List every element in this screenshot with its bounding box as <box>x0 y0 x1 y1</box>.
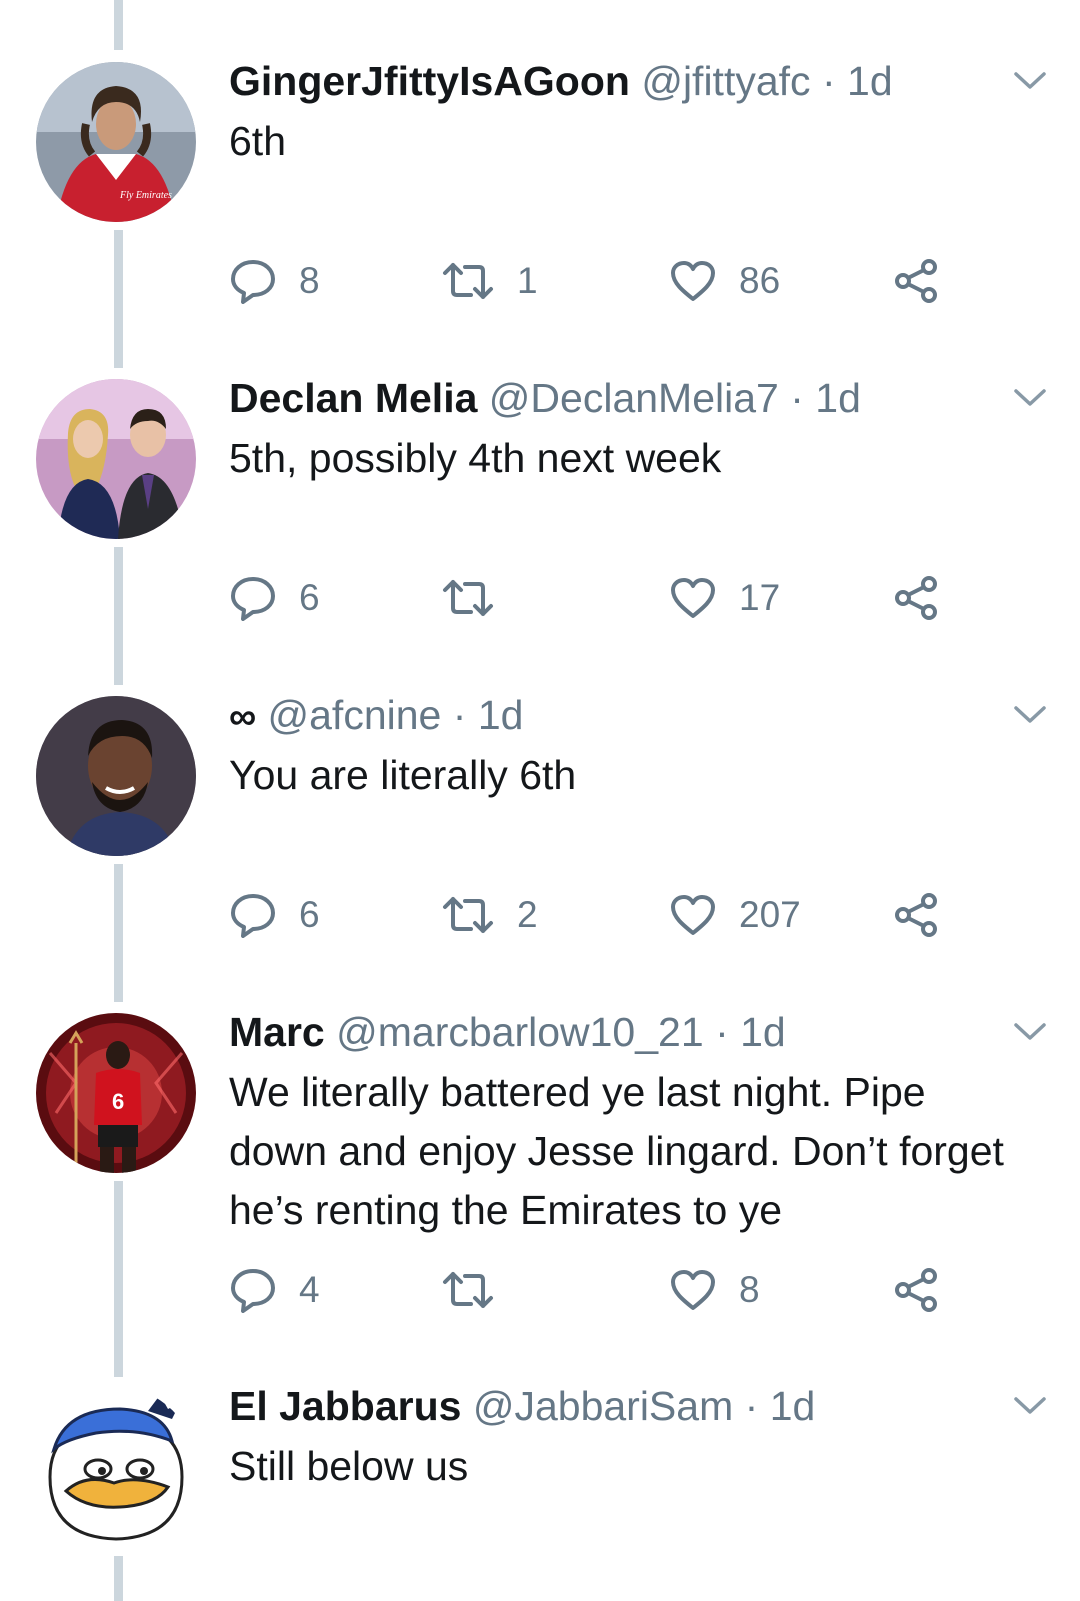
share-button[interactable] <box>893 1265 941 1315</box>
retweet-arrows-icon <box>443 580 493 616</box>
timestamp[interactable]: 1d <box>815 375 861 421</box>
retweet-button[interactable] <box>441 1265 517 1315</box>
display-name[interactable]: GingerJfittyIsAGoon <box>229 58 630 104</box>
like-button[interactable]: 17 <box>669 573 780 623</box>
chevron-down-icon[interactable] <box>1013 1395 1047 1417</box>
retweet-button[interactable]: 1 <box>441 256 538 306</box>
tweet[interactable]: Fly Emirates GingerJfittyIsAGoon @jfitty… <box>0 56 1080 316</box>
tweet[interactable]: ∞ @afcnine · 1d You are literally 6th 6 … <box>0 690 1080 950</box>
tweet[interactable]: Declan Melia @DeclanMelia7 · 1d 5th, pos… <box>0 373 1080 633</box>
avatar[interactable]: Fly Emirates <box>36 62 196 222</box>
thread-line <box>114 0 123 50</box>
retweet-arrows-icon <box>443 897 493 933</box>
separator-dot: · <box>715 1009 729 1055</box>
action-bar: 6 2 207 <box>229 890 949 940</box>
tweet-text: You are literally 6th <box>229 752 577 798</box>
display-name[interactable]: Declan Melia <box>229 375 477 421</box>
avatar[interactable] <box>36 696 196 856</box>
share-button[interactable] <box>893 890 941 940</box>
reply-count: 6 <box>299 894 320 935</box>
chevron-down-icon[interactable] <box>1013 704 1047 726</box>
tweet-text: 6th <box>229 118 286 164</box>
user-handle[interactable]: @DeclanMelia7 <box>489 375 779 421</box>
timestamp[interactable]: 1d <box>847 58 893 104</box>
tweet-header: Marc @marcbarlow10_21 · 1d <box>229 1007 786 1057</box>
speech-bubble-icon <box>231 260 275 304</box>
thread-line <box>114 1556 123 1601</box>
separator-dot: · <box>821 58 836 104</box>
reply-count: 4 <box>299 1269 320 1310</box>
tweet-header: El Jabbarus @JabbariSam · 1d <box>229 1381 815 1431</box>
avatar[interactable]: 6 <box>36 1013 196 1173</box>
separator-dot: · <box>744 1383 759 1429</box>
heart-icon <box>671 1270 715 1310</box>
retweet-count: 1 <box>517 260 538 301</box>
separator-dot: · <box>452 692 467 738</box>
speech-bubble-icon <box>231 1269 275 1313</box>
tweet[interactable]: El Jabbarus @JabbariSam · 1d Still below… <box>0 1381 1080 1561</box>
like-count: 86 <box>739 260 781 301</box>
tweet-header: GingerJfittyIsAGoon @jfittyafc · 1d <box>229 56 893 106</box>
share-nodes-icon <box>895 576 937 620</box>
like-button[interactable]: 86 <box>669 256 780 306</box>
heart-icon <box>671 895 715 935</box>
user-handle[interactable]: @jfittyafc <box>641 58 810 104</box>
retweet-arrows-icon <box>443 1272 493 1308</box>
timestamp[interactable]: 1d <box>740 1009 786 1055</box>
speech-bubble-icon <box>231 894 275 938</box>
timestamp[interactable]: 1d <box>770 1383 816 1429</box>
retweet-count: 2 <box>517 894 538 935</box>
reply-count: 8 <box>299 260 320 301</box>
share-button[interactable] <box>893 573 941 623</box>
like-button[interactable]: 8 <box>669 1265 760 1315</box>
retweet-button[interactable] <box>441 573 517 623</box>
action-bar: 6 17 <box>229 573 949 623</box>
shirt-sponsor-text: Fly Emirates <box>119 190 172 201</box>
shirt-number-text: 6 <box>112 1089 124 1114</box>
tweet-header: Declan Melia @DeclanMelia7 · 1d <box>229 373 861 423</box>
tweet-text: We literally battered ye last night. Pip… <box>229 1069 1004 1233</box>
share-nodes-icon <box>895 893 937 937</box>
share-nodes-icon <box>895 259 937 303</box>
display-name[interactable]: Marc <box>229 1009 325 1055</box>
speech-bubble-icon <box>231 577 275 621</box>
chevron-down-icon[interactable] <box>1013 1021 1047 1043</box>
like-count: 17 <box>739 577 781 618</box>
reply-button[interactable]: 8 <box>229 256 320 306</box>
heart-icon <box>671 578 715 618</box>
display-name[interactable]: ∞ <box>229 696 256 738</box>
action-bar: 8 1 86 <box>229 256 949 306</box>
heart-icon <box>671 261 715 301</box>
avatar[interactable] <box>36 379 196 539</box>
reply-button[interactable]: 4 <box>229 1265 320 1315</box>
like-button[interactable]: 207 <box>669 890 801 940</box>
tweet-text: 5th, possibly 4th next week <box>229 435 722 481</box>
like-count: 8 <box>739 1269 760 1310</box>
like-count: 207 <box>739 894 801 935</box>
share-button[interactable] <box>893 256 941 306</box>
chevron-down-icon[interactable] <box>1013 387 1047 409</box>
retweet-arrows-icon <box>443 263 493 299</box>
chevron-down-icon[interactable] <box>1013 70 1047 92</box>
reply-button[interactable]: 6 <box>229 890 320 940</box>
display-name[interactable]: El Jabbarus <box>229 1383 461 1429</box>
timestamp[interactable]: 1d <box>478 692 524 738</box>
avatar[interactable] <box>36 1387 196 1547</box>
separator-dot: · <box>790 375 804 421</box>
reply-thread: Fly Emirates GingerJfittyIsAGoon @jfitty… <box>0 0 1080 1601</box>
reply-button[interactable]: 6 <box>229 573 320 623</box>
tweet-header: ∞ @afcnine · 1d <box>229 690 523 742</box>
tweet[interactable]: 6 Marc @marcbarlow10_21 · 1d We literall… <box>0 1007 1080 1347</box>
user-handle[interactable]: @afcnine <box>268 692 442 738</box>
retweet-button[interactable]: 2 <box>441 890 538 940</box>
action-bar: 4 8 <box>229 1265 949 1315</box>
user-handle[interactable]: @JabbariSam <box>473 1383 733 1429</box>
tweet-text: Still below us <box>229 1443 469 1489</box>
user-handle[interactable]: @marcbarlow10_21 <box>336 1009 704 1055</box>
reply-count: 6 <box>299 577 320 618</box>
share-nodes-icon <box>895 1268 937 1312</box>
